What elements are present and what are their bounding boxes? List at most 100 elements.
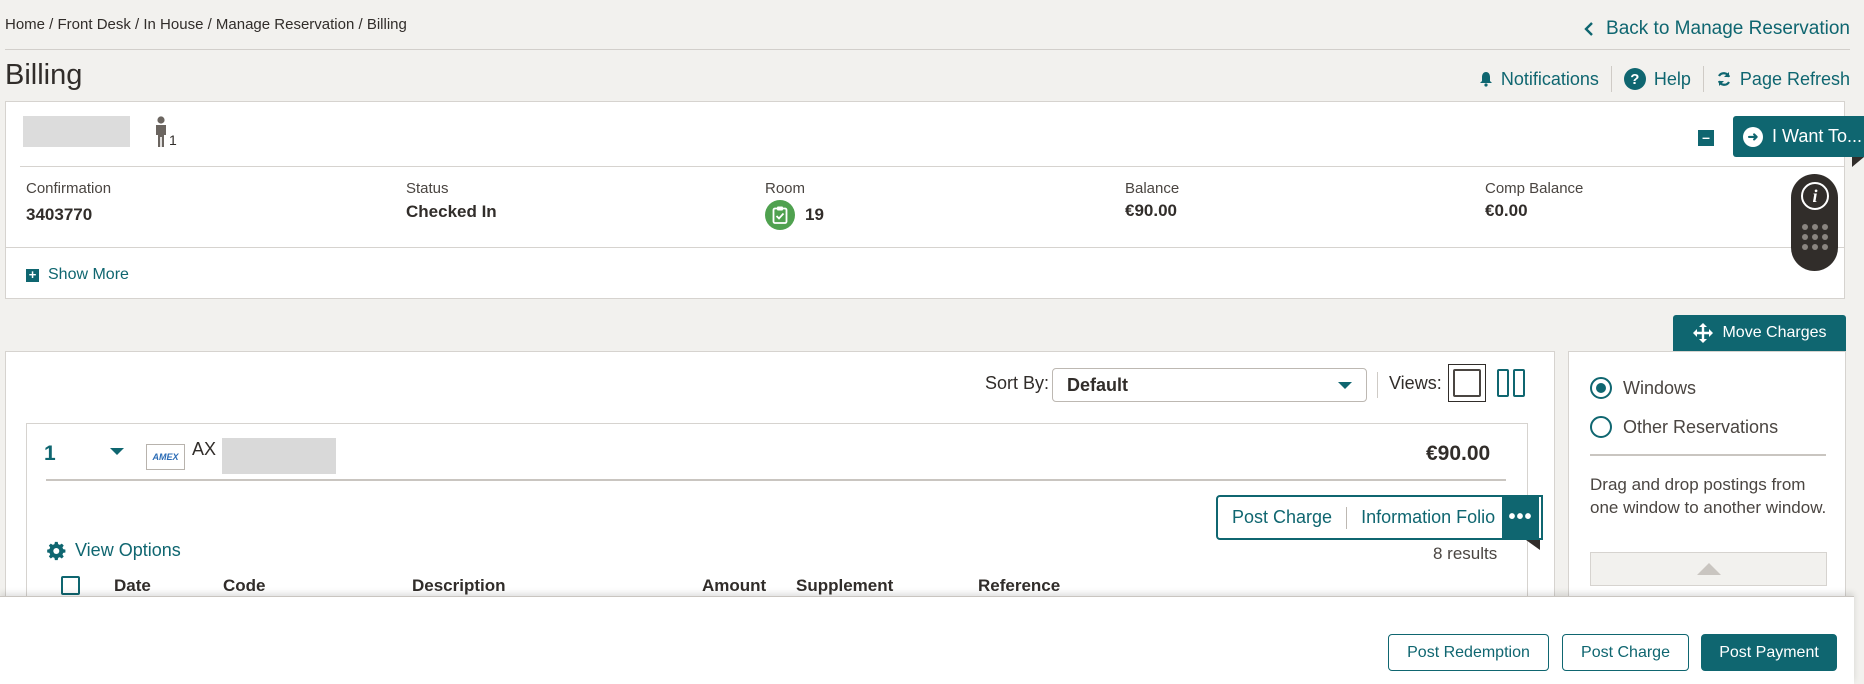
room-field: Room 19 (765, 180, 824, 230)
status-value: Checked In (406, 202, 497, 221)
radio-windows-label: Windows (1623, 377, 1697, 398)
column-header-amount[interactable]: Amount (702, 576, 766, 596)
refresh-icon (1717, 72, 1730, 86)
sort-by-value: Default (1067, 374, 1129, 395)
side-widget: i (1791, 174, 1838, 271)
triangle-up-icon (1696, 563, 1721, 575)
view-options-link[interactable]: View Options (47, 540, 181, 561)
back-to-manage-reservation-link[interactable]: Back to Manage Reservation (1584, 18, 1850, 40)
radio-windows[interactable]: Windows (1590, 377, 1696, 399)
balance-field: Balance €90.00 (1125, 180, 1179, 221)
page-refresh-label: Page Refresh (1739, 68, 1850, 89)
payment-method-code: AX (192, 439, 217, 459)
info-icon[interactable]: i (1801, 182, 1829, 210)
action-bar-fold (1526, 540, 1540, 550)
back-link-label: Back to Manage Reservation (1606, 18, 1850, 39)
i-want-to-label: I Want To... (1772, 126, 1863, 146)
radio-other-label: Other Reservations (1623, 416, 1779, 437)
column-header-description[interactable]: Description (412, 576, 506, 596)
caret-down-icon[interactable] (110, 448, 124, 455)
views-label: Views: (1389, 373, 1442, 393)
results-count: 8 results (1433, 544, 1498, 563)
arrow-right-icon: ➜ (1743, 126, 1763, 147)
post-payment-button[interactable]: Post Payment (1701, 634, 1837, 671)
view-options-label: View Options (75, 540, 181, 560)
page-title: Billing (5, 59, 83, 91)
single-pane-icon (1453, 369, 1481, 397)
show-more-toggle[interactable]: + Show More (26, 266, 129, 284)
notifications-label: Notifications (1500, 68, 1599, 89)
plus-icon: + (26, 268, 39, 282)
sort-by-label: Sort By: (985, 373, 1050, 393)
room-label: Room (765, 180, 806, 197)
divider (46, 479, 1506, 481)
confirmation-number-link[interactable]: 3403770 (26, 205, 111, 225)
balance-label: Balance (1125, 180, 1180, 197)
comp-balance-field: Comp Balance €0.00 (1485, 180, 1583, 221)
help-label: Help (1653, 68, 1691, 89)
post-redemption-button[interactable]: Post Redemption (1388, 634, 1549, 671)
collapse-button[interactable]: – (1698, 130, 1714, 146)
clipboard-check-icon (772, 206, 788, 224)
comp-balance-label: Comp Balance (1485, 180, 1584, 197)
page-refresh-button[interactable]: Page Refresh (1704, 69, 1850, 90)
window-balance: €90.00 (1426, 442, 1491, 465)
radio-selected-icon (1590, 377, 1612, 399)
reservation-summary-panel: 1 – Confirmation 3403770 Status Checked … (5, 101, 1845, 299)
page-actions: Notifications ? Help Page Refresh (1467, 66, 1850, 92)
window-post-charge-link[interactable]: Post Charge (1218, 507, 1346, 528)
footer-action-bar: Post Redemption Post Charge Post Payment (0, 596, 1854, 684)
status-field: Status Checked In (406, 180, 497, 222)
grid-dots-icon[interactable] (1802, 224, 1828, 250)
window-number: 1 (44, 442, 56, 465)
column-header-date[interactable]: Date (114, 576, 151, 596)
guest-name-redacted (23, 116, 130, 147)
post-charge-button[interactable]: Post Charge (1562, 634, 1689, 671)
move-charges-label: Move Charges (1722, 324, 1827, 341)
gear-icon (47, 541, 66, 560)
column-header-supplement[interactable]: Supplement (796, 576, 893, 596)
radio-unselected-icon (1590, 416, 1612, 438)
scroll-up-button[interactable] (1590, 552, 1827, 586)
sort-by-select[interactable]: Default (1052, 368, 1367, 402)
help-button[interactable]: ? Help (1612, 68, 1703, 90)
bell-icon (1479, 72, 1492, 87)
divider (6, 247, 1844, 248)
room-number-link[interactable]: 19 (805, 205, 824, 225)
move-arrows-icon (1693, 323, 1714, 343)
window-action-bar: Post Charge Information Folio (1216, 495, 1543, 540)
guest-count: 1 (169, 132, 177, 148)
select-all-checkbox[interactable] (61, 576, 80, 595)
person-icon (156, 116, 166, 147)
header-divider (5, 49, 1850, 50)
divider (1377, 372, 1378, 398)
more-actions-button[interactable]: ••• (1502, 495, 1539, 540)
column-header-reference[interactable]: Reference (978, 576, 1060, 596)
drag-drop-help-text: Drag and drop postings from one window t… (1590, 475, 1827, 517)
help-icon: ? (1623, 68, 1646, 90)
single-view-toggle[interactable] (1448, 364, 1486, 402)
confirmation-field: Confirmation 3403770 (26, 180, 111, 225)
move-charges-button[interactable]: Move Charges (1673, 315, 1846, 351)
split-pane-icon (1497, 369, 1509, 397)
payee-name-redacted (222, 438, 336, 474)
divider (1590, 454, 1826, 456)
status-label: Status (406, 180, 449, 197)
radio-other-reservations[interactable]: Other Reservations (1590, 416, 1778, 438)
split-view-toggle[interactable] (1497, 369, 1525, 397)
room-status-badge (765, 200, 795, 230)
notifications-button[interactable]: Notifications (1467, 69, 1611, 90)
comp-balance-value: €0.00 (1485, 201, 1528, 220)
information-folio-link[interactable]: Information Folio (1347, 507, 1509, 528)
amex-card-icon: AMEX (146, 444, 185, 470)
show-more-label: Show More (48, 266, 129, 283)
divider (20, 166, 1844, 167)
i-want-to-fold (1852, 157, 1864, 167)
chevron-left-icon (1584, 22, 1593, 36)
breadcrumb[interactable]: Home / Front Desk / In House / Manage Re… (5, 16, 407, 33)
confirmation-label: Confirmation (26, 180, 112, 197)
chevron-down-icon (1338, 381, 1352, 389)
i-want-to-button[interactable]: ➜ I Want To... (1733, 116, 1864, 157)
balance-value: €90.00 (1125, 201, 1177, 220)
column-header-code[interactable]: Code (223, 576, 266, 596)
